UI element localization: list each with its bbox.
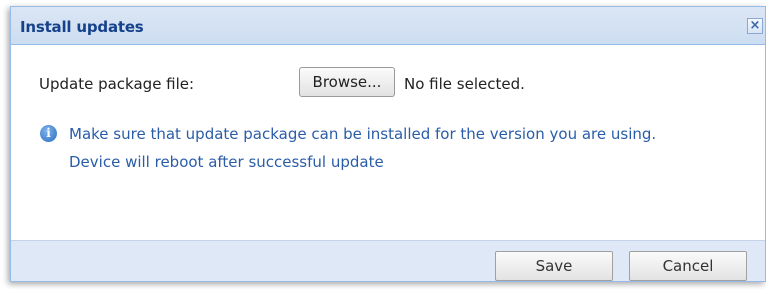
dialog-body: Update package file: Browse... No file s… [11, 45, 765, 240]
info-icon: i [40, 125, 57, 142]
save-button[interactable]: Save [495, 251, 613, 281]
dialog-titlebar[interactable]: Install updates × [11, 7, 765, 45]
info-message-line-2: Device will reboot after successful upda… [69, 153, 384, 171]
cancel-button[interactable]: Cancel [629, 251, 747, 281]
file-status-text: No file selected. [404, 75, 525, 93]
update-package-label: Update package file: [39, 75, 195, 93]
close-icon[interactable]: × [747, 18, 763, 34]
dialog-footer: Save Cancel [11, 240, 765, 281]
info-message-line-1: Make sure that update package can be ins… [69, 125, 657, 143]
browse-button[interactable]: Browse... [299, 67, 395, 97]
install-updates-dialog: Install updates × Update package file: B… [10, 6, 766, 282]
page: Install updates × Update package file: B… [0, 0, 766, 289]
dialog-title: Install updates [20, 18, 144, 36]
